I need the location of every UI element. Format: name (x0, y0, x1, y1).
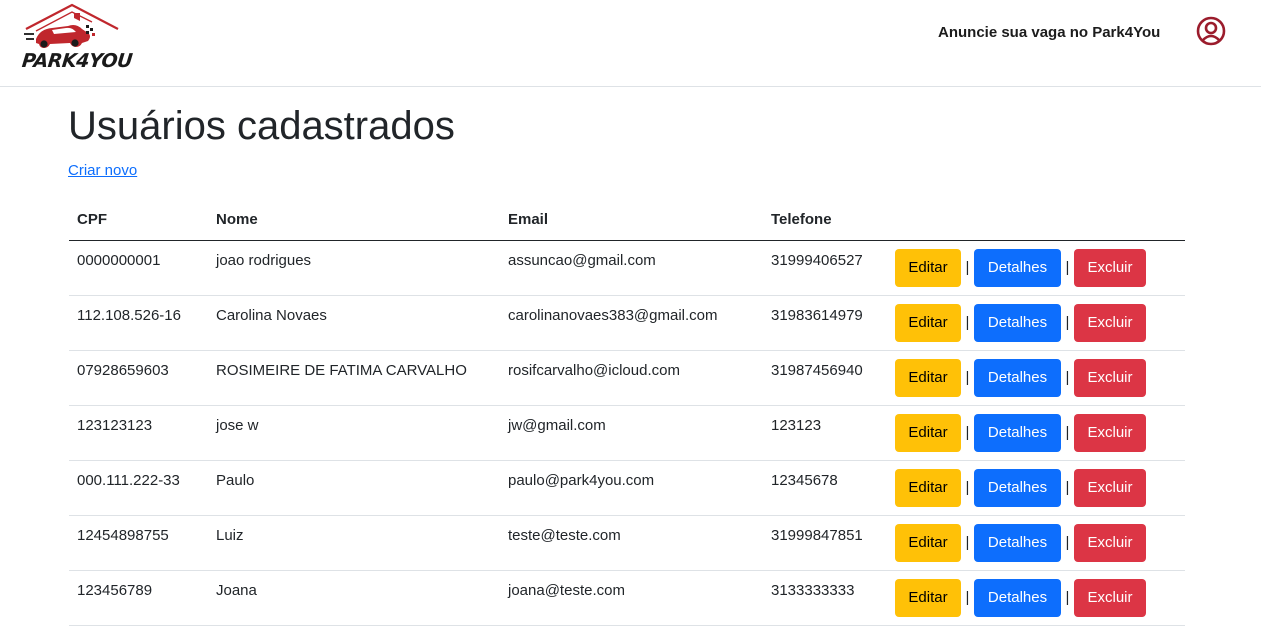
action-separator: | (965, 589, 970, 606)
edit-button[interactable]: Editar (895, 248, 961, 287)
cell-nome: Carolina Novaes (208, 295, 500, 351)
header-cpf: CPF (69, 200, 208, 241)
cell-telefone: 31999406527 (763, 240, 887, 296)
cell-cpf: 123456789 (69, 570, 208, 626)
cell-cpf: 12454898755 (69, 515, 208, 571)
action-separator: | (1065, 589, 1070, 606)
delete-button[interactable]: Excluir (1074, 248, 1146, 287)
details-button[interactable]: Detalhes (974, 413, 1061, 452)
header-telefone: Telefone (763, 200, 887, 241)
advertise-spot-link[interactable]: Anuncie sua vaga no Park4You (938, 24, 1160, 41)
details-button[interactable]: Detalhes (974, 248, 1061, 287)
brand-name: PARK4YOU (20, 50, 134, 72)
action-separator: | (965, 369, 970, 386)
cell-actions: Editar | Detalhes | Excluir (887, 350, 1185, 406)
action-separator: | (965, 534, 970, 551)
table-row: 123456789 Joana joana@teste.com 3133333333 E… (69, 570, 1185, 626)
cell-nome: ROSIMEIRE DE FATIMA CARVALHO (208, 350, 500, 406)
action-separator: | (1065, 424, 1070, 441)
action-separator: | (965, 314, 970, 331)
details-button[interactable]: Detalhes (974, 358, 1061, 397)
delete-button[interactable]: Excluir (1074, 578, 1146, 617)
action-separator: | (965, 424, 970, 441)
cell-actions: Editar | Detalhes | Excluir (887, 570, 1185, 626)
cell-cpf: 123123123 (69, 405, 208, 461)
edit-button[interactable]: Editar (895, 578, 961, 617)
cell-cpf: 112.108.526-16 (69, 295, 208, 351)
details-button[interactable]: Detalhes (974, 523, 1061, 562)
cell-email: rosifcarvalho@icloud.com (500, 350, 763, 406)
delete-button[interactable]: Excluir (1074, 413, 1146, 452)
delete-button[interactable]: Excluir (1074, 468, 1146, 507)
action-separator: | (965, 479, 970, 496)
details-button[interactable]: Detalhes (974, 578, 1061, 617)
table-row: 07928659603 ROSIMEIRE DE FATIMA CARVALHO r… (69, 350, 1185, 406)
cell-cpf: 07928659603 (69, 350, 208, 406)
action-separator: | (1065, 369, 1070, 386)
cell-email: carolinanovaes383@gmail.com (500, 295, 763, 351)
cell-actions: Editar | Detalhes | Excluir (887, 295, 1185, 351)
users-table: CPF Nome Email Telefone 0000000001 joao r… (69, 200, 1185, 626)
edit-button[interactable]: Editar (895, 303, 961, 342)
header-actions (887, 200, 1185, 241)
cell-email: jw@gmail.com (500, 405, 763, 461)
table-header-row: CPF Nome Email Telefone (69, 200, 1185, 241)
details-button[interactable]: Detalhes (974, 468, 1061, 507)
delete-button[interactable]: Excluir (1074, 523, 1146, 562)
cell-telefone: 123123 (763, 405, 887, 461)
table-row: 000.111.222-33 Paulo paulo@park4you.com 123… (69, 460, 1185, 516)
edit-button[interactable]: Editar (895, 413, 961, 452)
park4you-logo[interactable]: PARK4YOU (20, 3, 134, 75)
cell-telefone: 31999847851 (763, 515, 887, 571)
table-row: 123123123 jose w jw@gmail.com 123123 Editar |… (69, 405, 1185, 461)
cell-nome: Paulo (208, 460, 500, 516)
delete-button[interactable]: Excluir (1074, 358, 1146, 397)
cell-email: paulo@park4you.com (500, 460, 763, 516)
cell-telefone: 12345678 (763, 460, 887, 516)
cell-nome: Joana (208, 570, 500, 626)
cell-nome: Luiz (208, 515, 500, 571)
cell-cpf: 000.111.222-33 (69, 460, 208, 516)
table-row: 0000000001 joao rodrigues assuncao@gmail.c… (69, 240, 1185, 296)
cell-email: assuncao@gmail.com (500, 240, 763, 296)
navbar: PARK4YOU Anuncie sua vaga no Park4You (0, 0, 1261, 87)
cell-cpf: 0000000001 (69, 240, 208, 296)
table-row: 12454898755 Luiz teste@teste.com 3199984785… (69, 515, 1185, 571)
details-button[interactable]: Detalhes (974, 303, 1061, 342)
create-new-link[interactable]: Criar novo (68, 162, 137, 179)
cell-email: joana@teste.com (500, 570, 763, 626)
header-email: Email (500, 200, 763, 241)
page-title: Usuários cadastrados (68, 104, 455, 148)
edit-button[interactable]: Editar (895, 468, 961, 507)
cell-actions: Editar | Detalhes | Excluir (887, 515, 1185, 571)
user-circle-icon[interactable] (1196, 16, 1226, 46)
cell-telefone: 3133333333 (763, 570, 887, 626)
action-separator: | (1065, 534, 1070, 551)
action-separator: | (1065, 479, 1070, 496)
cell-email: teste@teste.com (500, 515, 763, 571)
cell-telefone: 31987456940 (763, 350, 887, 406)
action-separator: | (1065, 259, 1070, 276)
edit-button[interactable]: Editar (895, 523, 961, 562)
action-separator: | (965, 259, 970, 276)
table-row: 112.108.526-16 Carolina Novaes carolinanov… (69, 295, 1185, 351)
cell-actions: Editar | Detalhes | Excluir (887, 460, 1185, 516)
cell-nome: joao rodrigues (208, 240, 500, 296)
cell-actions: Editar | Detalhes | Excluir (887, 405, 1185, 461)
cell-nome: jose w (208, 405, 500, 461)
house-car-logo-icon (24, 3, 119, 48)
action-separator: | (1065, 314, 1070, 331)
delete-button[interactable]: Excluir (1074, 303, 1146, 342)
cell-actions: Editar | Detalhes | Excluir (887, 240, 1185, 296)
cell-telefone: 31983614979 (763, 295, 887, 351)
edit-button[interactable]: Editar (895, 358, 961, 397)
header-nome: Nome (208, 200, 500, 241)
